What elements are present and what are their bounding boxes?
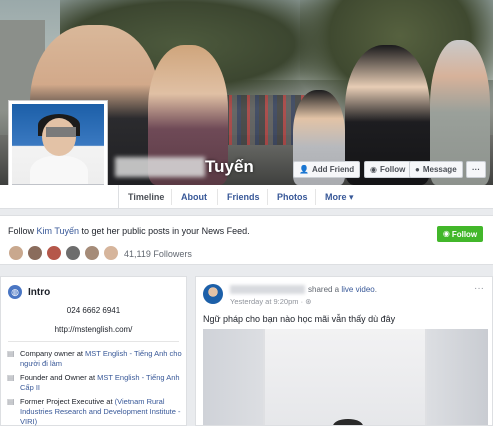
- work-prefix: Founder and Owner at: [20, 373, 98, 382]
- avatar[interactable]: [84, 245, 100, 261]
- globe-icon: ⊛: [305, 297, 312, 306]
- work-text: Founder and Owner at MST English - Tiếng…: [20, 373, 183, 393]
- tab-timeline[interactable]: Timeline: [128, 185, 164, 209]
- intro-divider: [8, 341, 179, 342]
- more-options-label: ···: [472, 165, 480, 174]
- work-item: ▤ Founder and Owner at MST English - Tiế…: [7, 373, 183, 393]
- message-label: Message: [422, 165, 457, 174]
- post-timestamp[interactable]: Yesterday at 9:20pm · ⊛: [230, 297, 311, 306]
- work-prefix: Company owner at: [20, 349, 86, 358]
- nav-divider: [171, 189, 172, 205]
- post-shared-suffix: .: [374, 285, 377, 294]
- video-right-pane: [427, 329, 488, 425]
- intro-phone: 024 6662 6941: [66, 306, 121, 315]
- avatar[interactable]: [65, 245, 81, 261]
- briefcase-icon: ▤: [7, 373, 15, 382]
- briefcase-icon: ▤: [7, 349, 15, 358]
- post-text: Ngữ pháp cho bạn nào học mãi vẫn thấy dù…: [203, 314, 396, 324]
- add-friend-icon: 👤: [299, 164, 309, 174]
- video-left-pane: [203, 329, 263, 425]
- post-author-blurred[interactable]: [230, 285, 305, 294]
- message-button[interactable]: ● Message: [409, 161, 463, 178]
- intro-website[interactable]: http://mstenglish.com/: [1, 325, 186, 334]
- follow-green-button[interactable]: ◉ Follow: [437, 226, 483, 242]
- follow-message-prefix: Follow: [8, 226, 37, 236]
- globe-icon: ◍: [8, 285, 22, 299]
- follower-count[interactable]: 41,119 Followers: [124, 249, 192, 259]
- work-item: ▤ Former Project Executive at (Vietnam R…: [7, 397, 183, 426]
- profile-picture-image: [12, 104, 104, 196]
- work-text: Former Project Executive at (Vietnam Rur…: [20, 397, 183, 426]
- post-options-icon[interactable]: ···: [474, 283, 484, 294]
- video-center-pane: [265, 329, 425, 425]
- more-options-button[interactable]: ···: [466, 161, 486, 178]
- post-shared-prefix: shared a: [308, 285, 342, 294]
- follow-green-label: Follow: [451, 229, 478, 239]
- follow-message-suffix: to get her public posts in your News Fee…: [79, 226, 250, 236]
- avatar[interactable]: [203, 284, 223, 304]
- work-prefix: Former Project Executive at: [20, 397, 115, 406]
- briefcase-icon: ▤: [7, 397, 15, 406]
- follow-label: Follow: [379, 165, 406, 174]
- post-card: shared a live video. Yesterday at 9:20pm…: [195, 276, 493, 426]
- follower-avatars: [8, 245, 119, 261]
- intro-card: ◍ Intro 024 6662 6941 http://mstenglish.…: [0, 276, 187, 426]
- profile-face: [42, 118, 76, 156]
- tab-friends[interactable]: Friends: [227, 185, 260, 209]
- nav-divider: [217, 189, 218, 205]
- tab-more[interactable]: More ▾: [325, 185, 354, 209]
- profile-blur-bar: [46, 127, 76, 137]
- profile-name-blurred: [115, 157, 205, 177]
- tab-photos[interactable]: Photos: [277, 185, 308, 209]
- nav-divider: [315, 189, 316, 205]
- intro-title: Intro: [28, 286, 51, 298]
- work-text: Company owner at MST English - Tiếng Anh…: [20, 349, 183, 369]
- post-time-text: Yesterday at 9:20pm ·: [230, 297, 306, 306]
- profile-name[interactable]: Tuyến: [205, 157, 254, 177]
- post-video[interactable]: [203, 329, 488, 425]
- tab-about[interactable]: About: [181, 185, 207, 209]
- follow-button[interactable]: ◉ Follow: [364, 161, 412, 178]
- intro-header: ◍ Intro: [8, 285, 50, 299]
- avatar[interactable]: [46, 245, 62, 261]
- nav-divider: [267, 189, 268, 205]
- post-shared-text: shared a live video.: [308, 285, 377, 294]
- profile-nav: Timeline About Friends Photos More ▾: [0, 185, 493, 209]
- messenger-icon: ●: [415, 164, 420, 174]
- live-video-link[interactable]: live video: [341, 285, 374, 294]
- avatar[interactable]: [8, 245, 24, 261]
- follow-banner: Follow Kim Tuyến to get her public posts…: [0, 215, 493, 265]
- follow-name-link[interactable]: Kim Tuyến: [37, 226, 80, 236]
- follow-message: Follow Kim Tuyến to get her public posts…: [8, 226, 250, 236]
- nav-divider: [118, 185, 119, 209]
- rss-icon: ◉: [442, 229, 450, 238]
- add-friend-button[interactable]: 👤 Add Friend: [293, 161, 361, 178]
- work-item: ▤ Company owner at MST English - Tiếng A…: [7, 349, 183, 369]
- avatar[interactable]: [103, 245, 119, 261]
- avatar[interactable]: [27, 245, 43, 261]
- add-friend-label: Add Friend: [311, 165, 355, 174]
- rss-icon: ◉: [370, 164, 377, 174]
